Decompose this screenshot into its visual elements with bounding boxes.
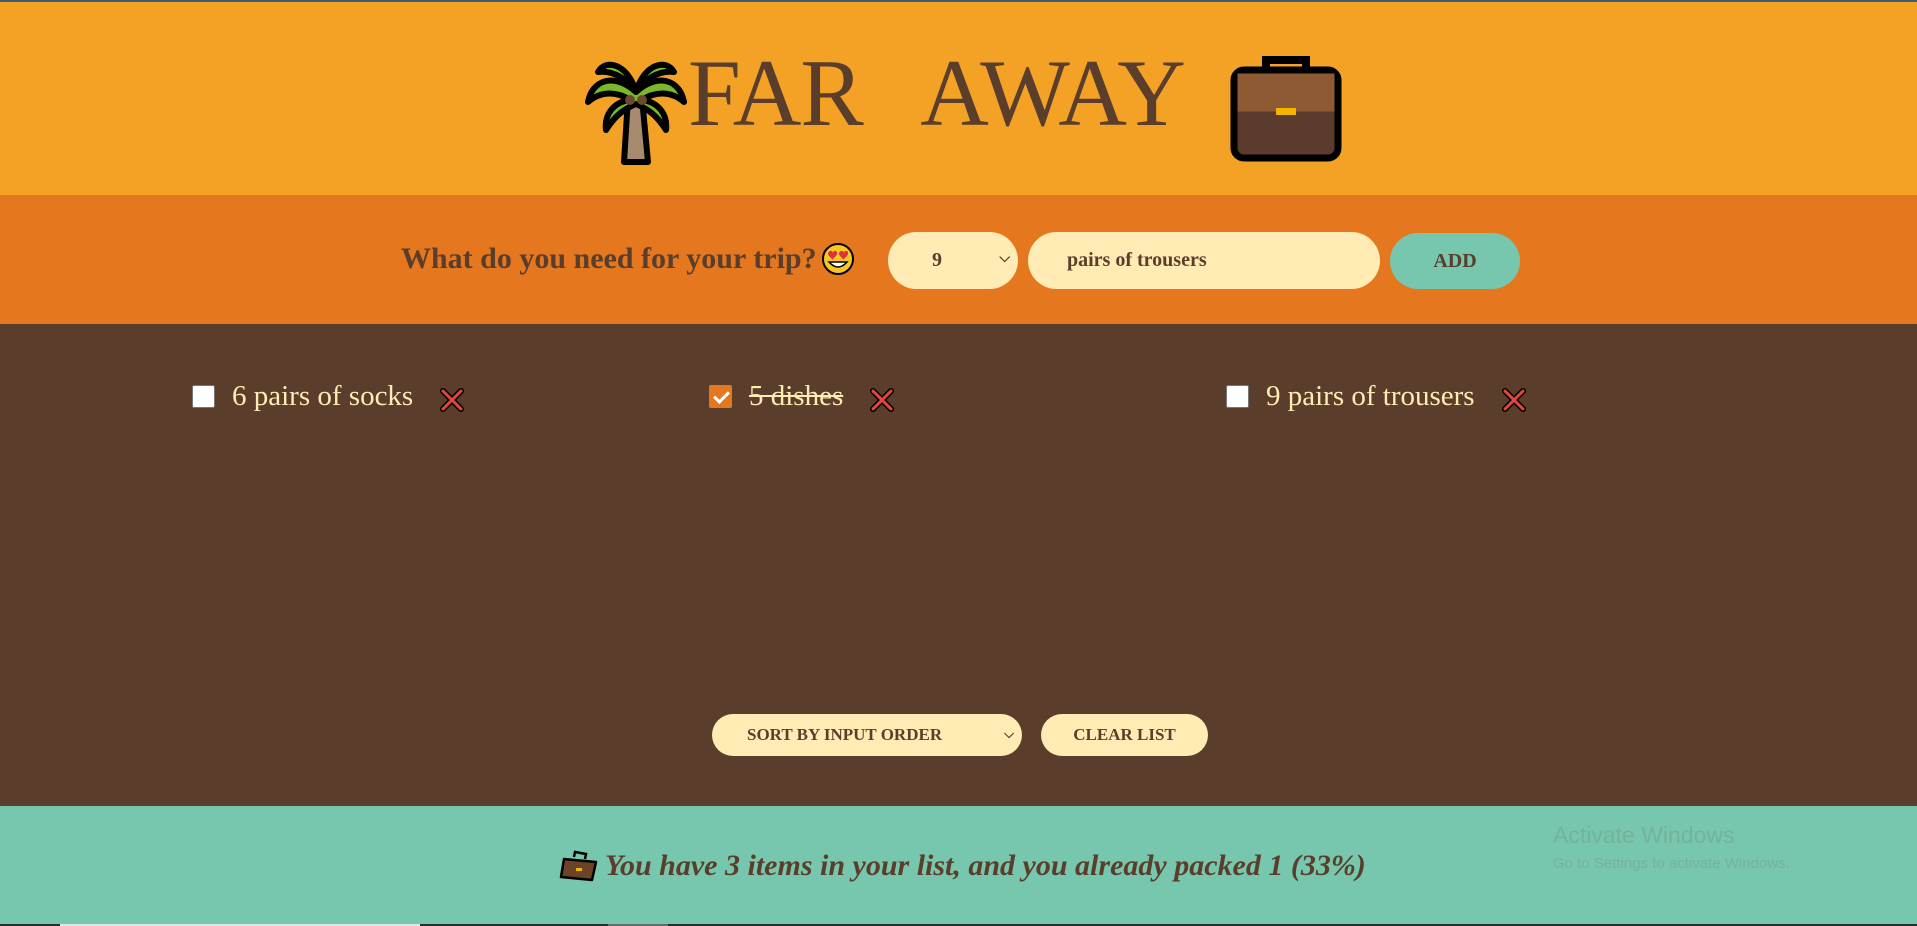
delete-x-icon[interactable] [440, 387, 465, 412]
chevron-down-icon: ⌵ [1004, 726, 1014, 741]
item-label: 5 dishes [749, 380, 844, 412]
list-item: 9 pairs of trousers [1226, 380, 1526, 413]
briefcase-icon [1230, 56, 1342, 162]
briefcase-icon [559, 850, 598, 882]
quantity-select[interactable]: 9 ⌵ [888, 232, 1018, 289]
delete-x-icon[interactable] [870, 387, 895, 412]
list-item: 6 pairs of socks [192, 380, 465, 413]
sort-select[interactable]: SORT BY INPUT ORDER ⌵ [712, 714, 1022, 756]
list-item: 5 dishes [709, 380, 895, 413]
chevron-down-icon: ⌵ [999, 251, 1010, 266]
activate-windows-watermark: Activate Windows Go to Settings to activ… [1553, 822, 1790, 872]
item-label: 6 pairs of socks [232, 380, 414, 412]
quantity-value: 9 [932, 249, 942, 271]
item-checkbox[interactable] [192, 385, 215, 408]
stats-text: You have 3 items in your list, and you a… [605, 849, 1366, 882]
watermark-title: Activate Windows [1553, 822, 1735, 848]
palm-tree-icon [585, 61, 687, 165]
sort-value: SORT BY INPUT ORDER [747, 725, 943, 744]
item-label: 9 pairs of trousers [1266, 380, 1475, 412]
form-question-text: What do you need for your trip? [401, 242, 817, 275]
item-checkbox[interactable] [1226, 385, 1249, 408]
watermark-subtitle: Go to Settings to activate Windows. [1553, 855, 1790, 872]
clear-list-button[interactable]: CLEAR LIST [1041, 714, 1208, 756]
stats-line: You have 3 items in your list, and you a… [559, 849, 1366, 883]
item-description-input[interactable] [1028, 232, 1380, 289]
item-checkbox[interactable] [709, 385, 732, 408]
app-title: FAR AWAY [688, 40, 1186, 146]
delete-x-icon[interactable] [1501, 387, 1526, 412]
form-question: What do you need for your trip? [401, 242, 855, 276]
add-button[interactable]: ADD [1390, 233, 1520, 289]
heart-eyes-emoji-icon [821, 243, 854, 275]
